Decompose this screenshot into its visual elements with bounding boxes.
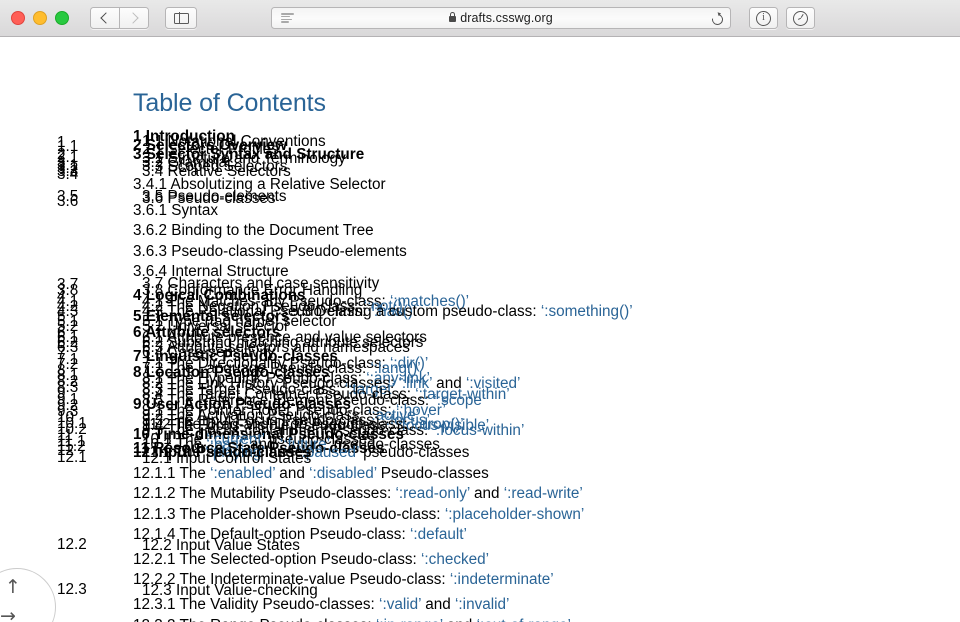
- url-text: drafts.csswg.org: [460, 11, 553, 25]
- toc-entry-number: 5: [133, 308, 142, 325]
- pseudo-class-link[interactable]: ‘:checked’: [421, 551, 489, 568]
- toc-entry[interactable]: 3.6.3 Pseudo-classing Pseudo-elements: [133, 244, 407, 259]
- toc-entry-number: 12.2.1: [133, 551, 176, 568]
- toolbar-right-buttons: i: [749, 7, 815, 29]
- toc-entry[interactable]: 12.3.1 The Validity Pseudo-classes: ‘:va…: [133, 597, 509, 612]
- show-sidebar-button[interactable]: [165, 7, 197, 29]
- toc-entry-number: 3.6.2: [133, 222, 168, 239]
- info-icon: i: [756, 10, 771, 26]
- toc-entry-label: Syntax: [171, 202, 219, 219]
- toc-entry-number: 3: [133, 146, 142, 163]
- toc-entry-label: The Drag-and-Drop Pseudo-class: ‘:drop()…: [174, 416, 464, 433]
- toc-section-number: 3.6: [57, 193, 79, 210]
- toc-entry[interactable]: 12.3.2 The Range Pseudo-classes: ‘:in-ra…: [133, 618, 571, 622]
- reload-button[interactable]: [708, 10, 726, 28]
- toc-entry-label: The ‘:enabled’ and ‘:disabled’ Pseudo-cl…: [179, 465, 489, 482]
- pseudo-class-link[interactable]: ‘:valid’: [379, 596, 421, 613]
- pseudo-class-link[interactable]: ‘:default’: [410, 526, 467, 543]
- pseudo-class-link[interactable]: ‘:drop()’: [412, 416, 464, 433]
- close-window-button[interactable]: [11, 11, 25, 25]
- toc-entry-number: 3.6.1: [133, 202, 168, 219]
- page-content: Table of Contents 1 1.1 2 2.1 3 3.1 3.2 3.3 3.4 3…: [0, 37, 960, 622]
- address-bar[interactable]: drafts.csswg.org: [271, 7, 731, 29]
- toc-section-number: 12.1: [57, 449, 87, 466]
- toc-entry-label: The Mutability Pseudo-classes: ‘:read-on…: [179, 485, 583, 502]
- zoom-window-button[interactable]: [55, 11, 69, 25]
- reload-icon: [709, 11, 725, 27]
- pseudo-class-link[interactable]: ‘:disabled’: [309, 465, 376, 482]
- toc-entry[interactable]: 3.6.2 Binding to the Document Tree: [133, 223, 374, 238]
- toc-section-number: 12.2: [57, 536, 87, 553]
- toc-entry-label: Pseudo-classing Pseudo-elements: [171, 243, 407, 260]
- toc-entry-number: 12.1.1: [133, 465, 176, 482]
- toc-entry-number: 12.1.2: [133, 485, 176, 502]
- browser-toolbar: drafts.csswg.org i: [0, 0, 960, 37]
- toc-entry-number: 8: [133, 364, 142, 381]
- toc-entry-number: 12.3.2: [133, 617, 176, 622]
- pseudo-class-link[interactable]: ‘:read-write’: [504, 485, 583, 502]
- navigation-buttons: [90, 7, 149, 29]
- history-button[interactable]: [786, 7, 815, 29]
- pseudo-class-link[interactable]: ‘:enabled’: [210, 465, 275, 482]
- back-button[interactable]: [90, 7, 120, 29]
- pseudo-class-link[interactable]: ‘:read-only’: [395, 485, 469, 502]
- page-info-button[interactable]: i: [749, 7, 778, 29]
- toc-entry-number: 7: [133, 348, 142, 365]
- url-display: drafts.csswg.org: [272, 11, 730, 25]
- toc-entry-label: The Placeholder-shown Pseudo-class: ‘:pl…: [179, 506, 585, 523]
- pseudo-class-link[interactable]: ‘:indeterminate’: [450, 571, 554, 588]
- toc-entry[interactable]: 5.3 Defining a custom pseudo-class: ‘:so…: [290, 304, 633, 319]
- chevron-right-icon: [127, 12, 139, 24]
- arrow-right-icon[interactable]: →: [0, 607, 16, 622]
- toc-entry-number: 3.6.3: [133, 243, 168, 260]
- clock-icon: [793, 10, 808, 26]
- arrow-up-icon[interactable]: ↑: [5, 578, 21, 597]
- browser-window: drafts.csswg.org i Table of Contents 1 1.…: [0, 0, 960, 622]
- toc-entry-number: 9: [133, 396, 142, 413]
- toc-entry-number: 6: [133, 324, 142, 341]
- pseudo-class-link[interactable]: ‘:out-of-range’: [477, 617, 571, 622]
- toc-entry[interactable]: 12.1.3 The Placeholder-shown Pseudo-clas…: [133, 507, 584, 522]
- toc-section-number: 3.4: [57, 166, 79, 183]
- toc-entry[interactable]: 3.6.1 Syntax: [133, 203, 218, 218]
- toc-entry[interactable]: 12.2.1 The Selected-option Pseudo-class:…: [133, 552, 489, 567]
- toc-section-number: 12.3: [57, 581, 87, 598]
- pseudo-class-link[interactable]: ‘:something()’: [541, 303, 633, 320]
- pseudo-class-link[interactable]: ‘:placeholder-shown’: [445, 506, 584, 523]
- lock-icon: [449, 12, 457, 22]
- pseudo-class-link[interactable]: ‘:invalid’: [455, 596, 509, 613]
- toc-entry-label: The Selected-option Pseudo-class: ‘:chec…: [179, 551, 490, 568]
- pseudo-class-link[interactable]: ‘:in-range’: [376, 617, 443, 622]
- window-traffic-lights: [11, 11, 69, 25]
- toc-entry-label: The Range Pseudo-classes: ‘:in-range’ an…: [180, 617, 571, 622]
- table-of-contents: 1 1.1 2 2.1 3 3.1 3.2 3.3 3.4 3.5 3.6 3.7 3.8 4 4.1 4.2…: [0, 37, 960, 622]
- toc-entry[interactable]: 11.2 The Drag-and-Drop Pseudo-class: ‘:d…: [142, 417, 464, 432]
- toc-entry[interactable]: 12.1 Input Control States: [142, 451, 311, 466]
- toc-entry-number: 12.1.3: [133, 506, 176, 523]
- forward-button[interactable]: [119, 7, 149, 29]
- toc-entry[interactable]: 12.1.2 The Mutability Pseudo-classes: ‘:…: [133, 486, 583, 501]
- sidebar-icon: [173, 12, 189, 24]
- minimize-window-button[interactable]: [33, 11, 47, 25]
- toc-entry-label: The Validity Pseudo-classes: ‘:valid’ an…: [179, 596, 510, 613]
- toc-entry-number: 5.3: [290, 303, 312, 320]
- toc-entry-label: Binding to the Document Tree: [171, 222, 374, 239]
- toc-entry-number: 12.3.1: [133, 596, 176, 613]
- toc-entry-label: Defining a custom pseudo-class: ‘:someth…: [315, 303, 633, 320]
- toc-entry-number: 4: [133, 287, 142, 304]
- toc-entry-number: 11.2: [142, 416, 171, 433]
- toc-entry[interactable]: 12.1.1 The ‘:enabled’ and ‘:disabled’ Ps…: [133, 466, 489, 481]
- chevron-left-icon: [100, 12, 112, 24]
